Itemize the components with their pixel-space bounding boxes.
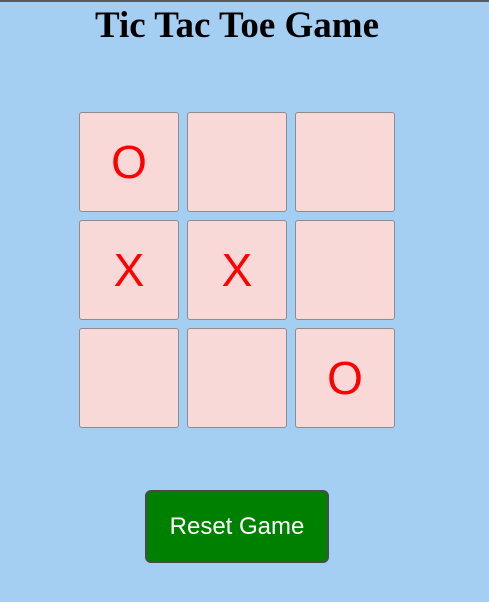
board-cell-4[interactable]: X [79, 220, 179, 320]
board-cell-1[interactable]: O [79, 112, 179, 212]
board-cell-2[interactable] [187, 112, 287, 212]
reset-game-button[interactable]: Reset Game [145, 490, 329, 563]
board-cell-7[interactable] [79, 328, 179, 428]
board-cell-9[interactable]: O [295, 328, 395, 428]
board-cell-6[interactable] [295, 220, 395, 320]
game-board: O X X O [79, 112, 395, 428]
board-cell-8[interactable] [187, 328, 287, 428]
page-title: Tic Tac Toe Game [94, 5, 380, 46]
board-cell-5[interactable]: X [187, 220, 287, 320]
board-cell-3[interactable] [295, 112, 395, 212]
